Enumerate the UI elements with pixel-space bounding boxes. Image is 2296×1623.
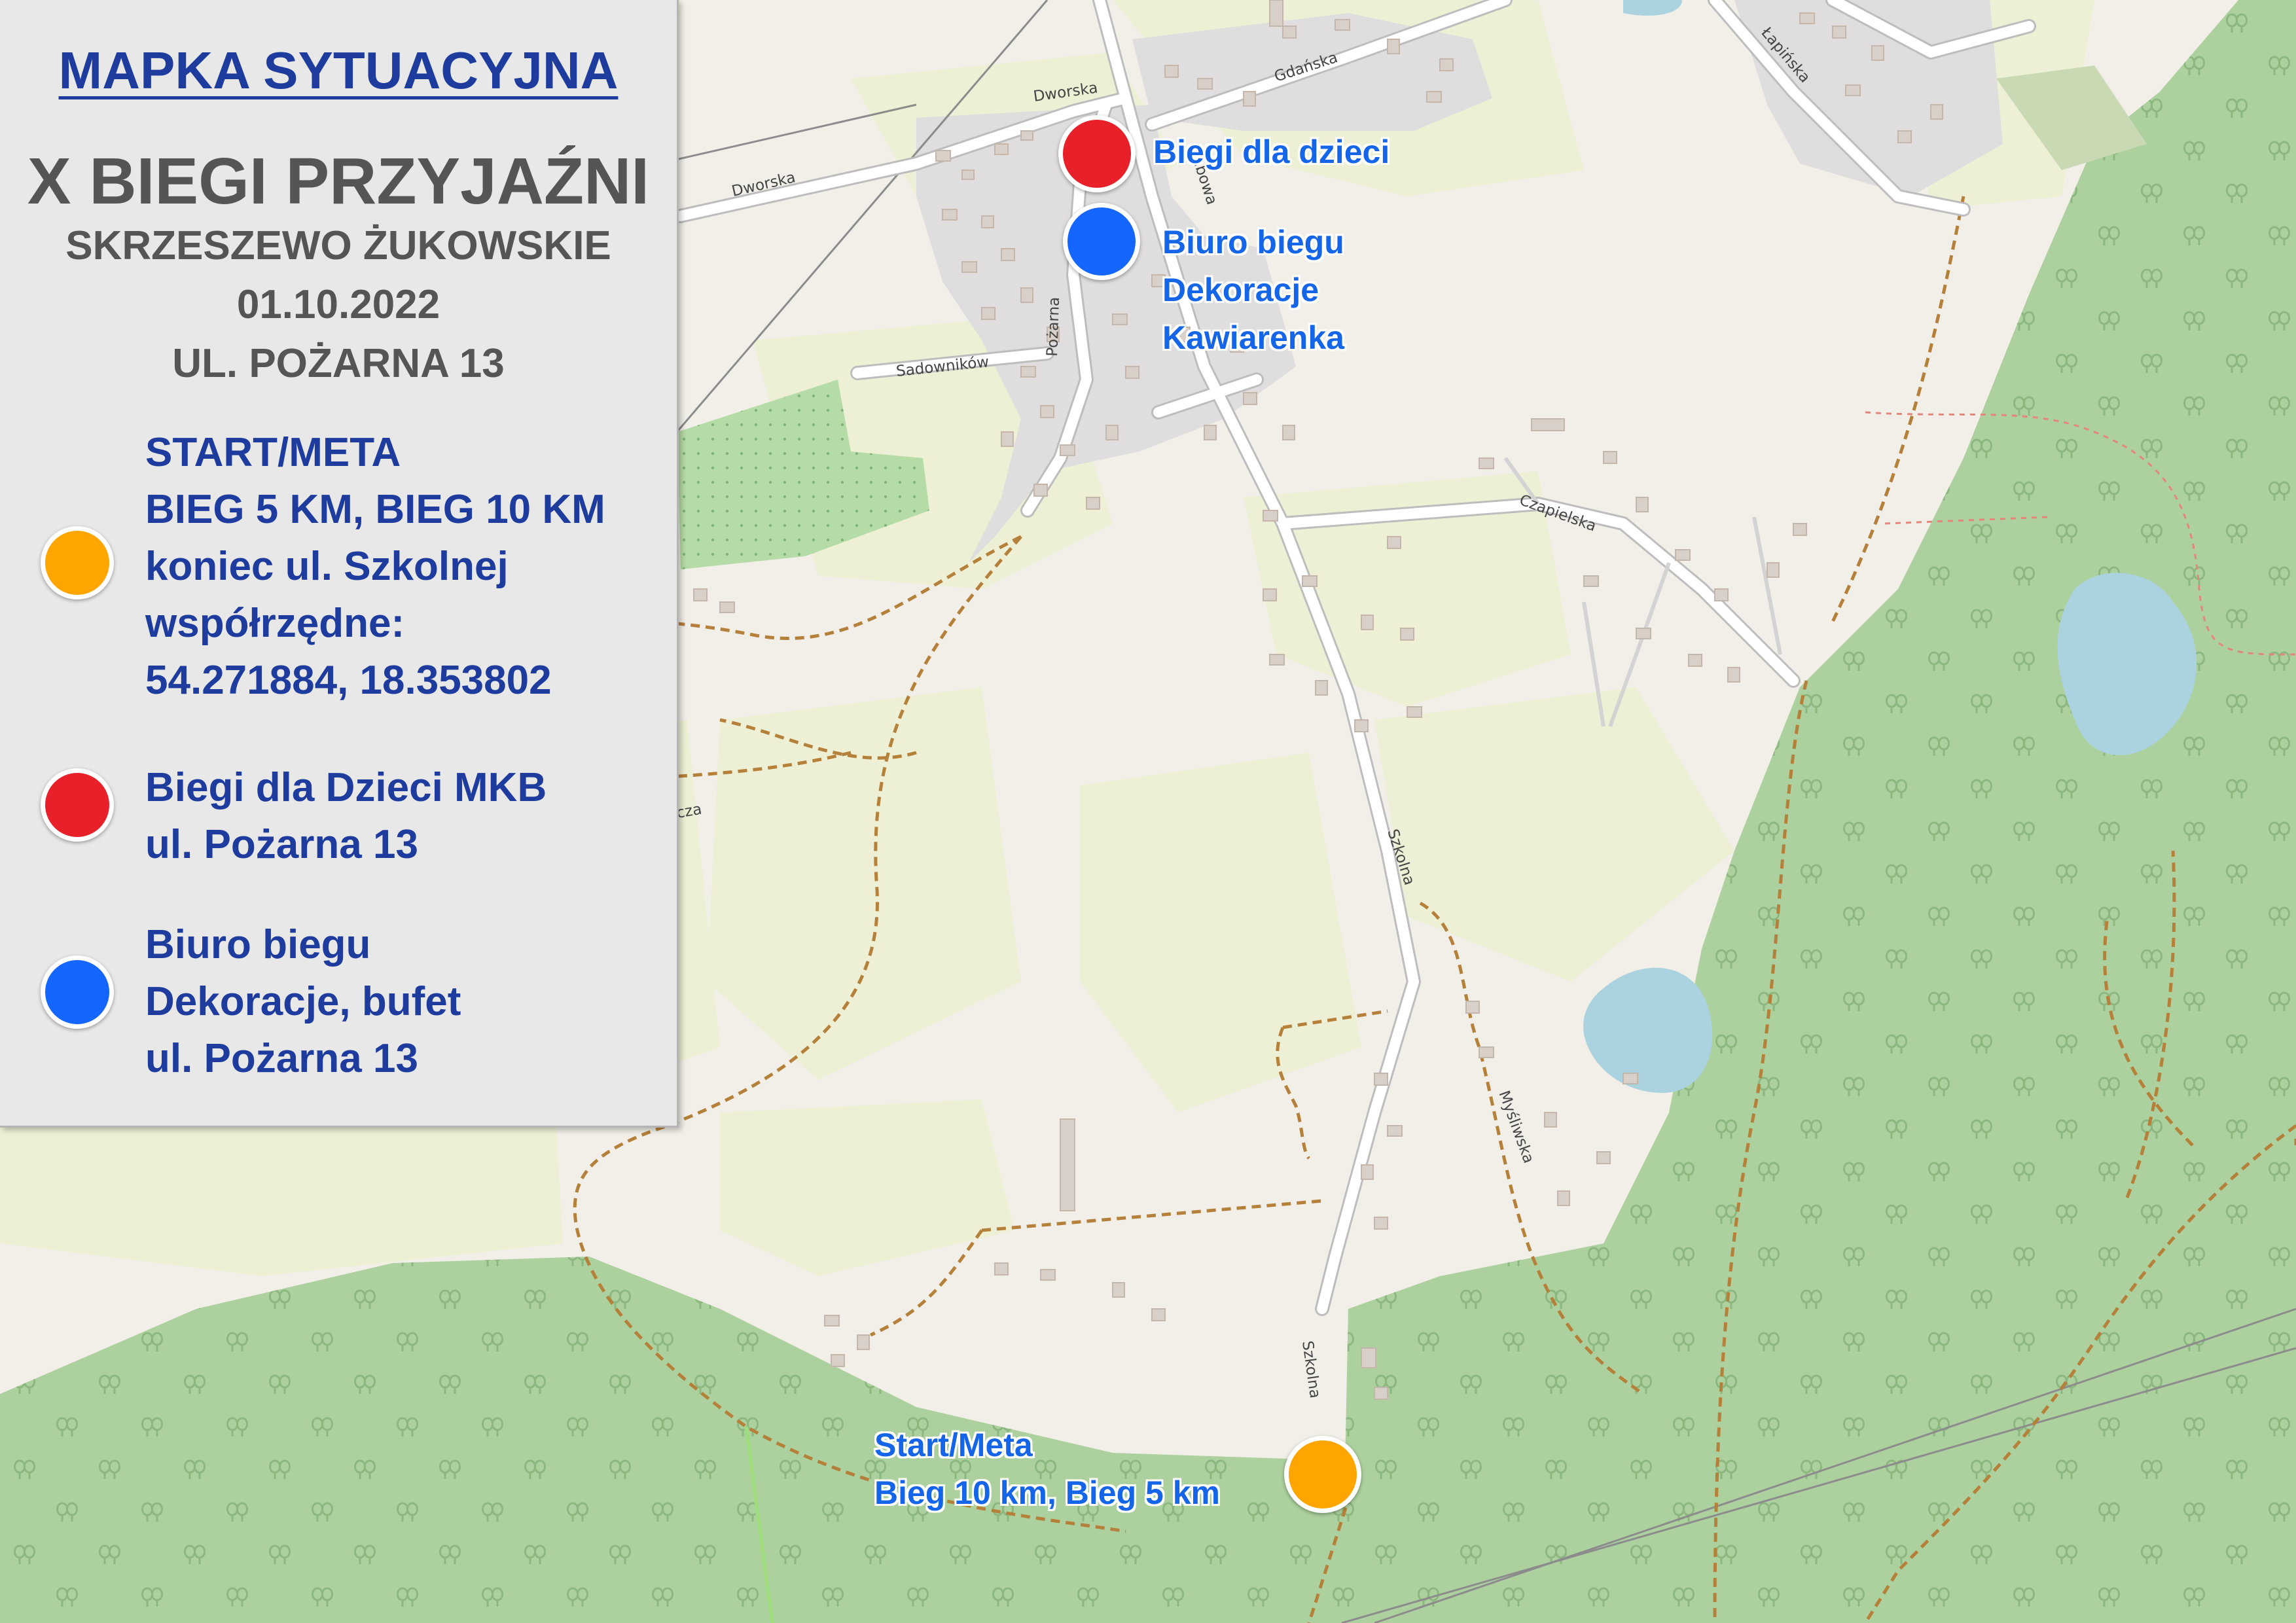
marker-label-line: Dekoracje bbox=[1162, 272, 1319, 308]
start-meta-marker-label: Start/Meta Bieg 10 km, Bieg 5 km bbox=[874, 1421, 1220, 1517]
legend-item-line: ul. Pożarna 13 bbox=[145, 822, 418, 867]
legend-item-line: BIEG 5 KM, BIEG 10 KM bbox=[145, 487, 605, 532]
legend-title: MAPKA SYTUACYJNA bbox=[58, 41, 619, 99]
kids-runs-marker[interactable] bbox=[1058, 115, 1136, 192]
legend-item-line: Dekoracje, bufet bbox=[145, 979, 461, 1024]
legend-item-line: Biuro biegu bbox=[145, 922, 371, 967]
kids-runs-marker-label: Biegi dla dzieci bbox=[1153, 128, 1390, 176]
legend-panel: MAPKA SYTUACYJNA X BIEGI PRZYJAŹNI SKRZE… bbox=[0, 0, 679, 1128]
start-meta-legend-icon bbox=[41, 526, 114, 599]
kids-runs-legend-icon bbox=[41, 768, 114, 842]
legend-item-start-meta: START/META BIEG 5 KM, BIEG 10 KM koniec … bbox=[145, 424, 605, 709]
legend-item-line: współrzędne: bbox=[145, 601, 405, 646]
event-location: SKRZESZEWO ŻUKOWSKIE bbox=[65, 223, 611, 268]
legend-item-line: koniec ul. Szkolnej bbox=[145, 544, 509, 589]
legend-item-line: START/META bbox=[145, 430, 401, 475]
race-office-marker[interactable] bbox=[1063, 203, 1140, 280]
legend-item-line: 54.271884, 18.353802 bbox=[145, 658, 552, 703]
legend-item-kids-runs: Biegi dla Dzieci MKB ul. Pożarna 13 bbox=[145, 759, 547, 873]
legend-item-race-office: Biuro biegu Dekoracje, bufet ul. Pożarna… bbox=[145, 916, 461, 1087]
legend-item-line: ul. Pożarna 13 bbox=[145, 1036, 418, 1081]
event-title: X BIEGI PRZYJAŹNI bbox=[27, 145, 650, 218]
event-date: 01.10.2022 bbox=[236, 282, 440, 327]
start-meta-marker[interactable] bbox=[1284, 1436, 1361, 1513]
race-office-marker-label: Biuro biegu Dekoracje Kawiarenka bbox=[1162, 219, 1344, 362]
street-label-pozarna: Pożarna bbox=[1044, 296, 1063, 357]
marker-label-line: Biuro biegu bbox=[1162, 224, 1344, 260]
marker-label-line: Bieg 10 km, Bieg 5 km bbox=[874, 1474, 1221, 1511]
race-office-legend-icon bbox=[41, 955, 114, 1029]
marker-label-line: Kawiarenka bbox=[1162, 319, 1344, 356]
event-address: UL. POŻARNA 13 bbox=[172, 341, 505, 386]
marker-label-line: Start/Meta bbox=[874, 1427, 1033, 1463]
marker-label-line: Biegi dla dzieci bbox=[1153, 134, 1390, 170]
legend-item-line: Biegi dla Dzieci MKB bbox=[145, 765, 547, 810]
